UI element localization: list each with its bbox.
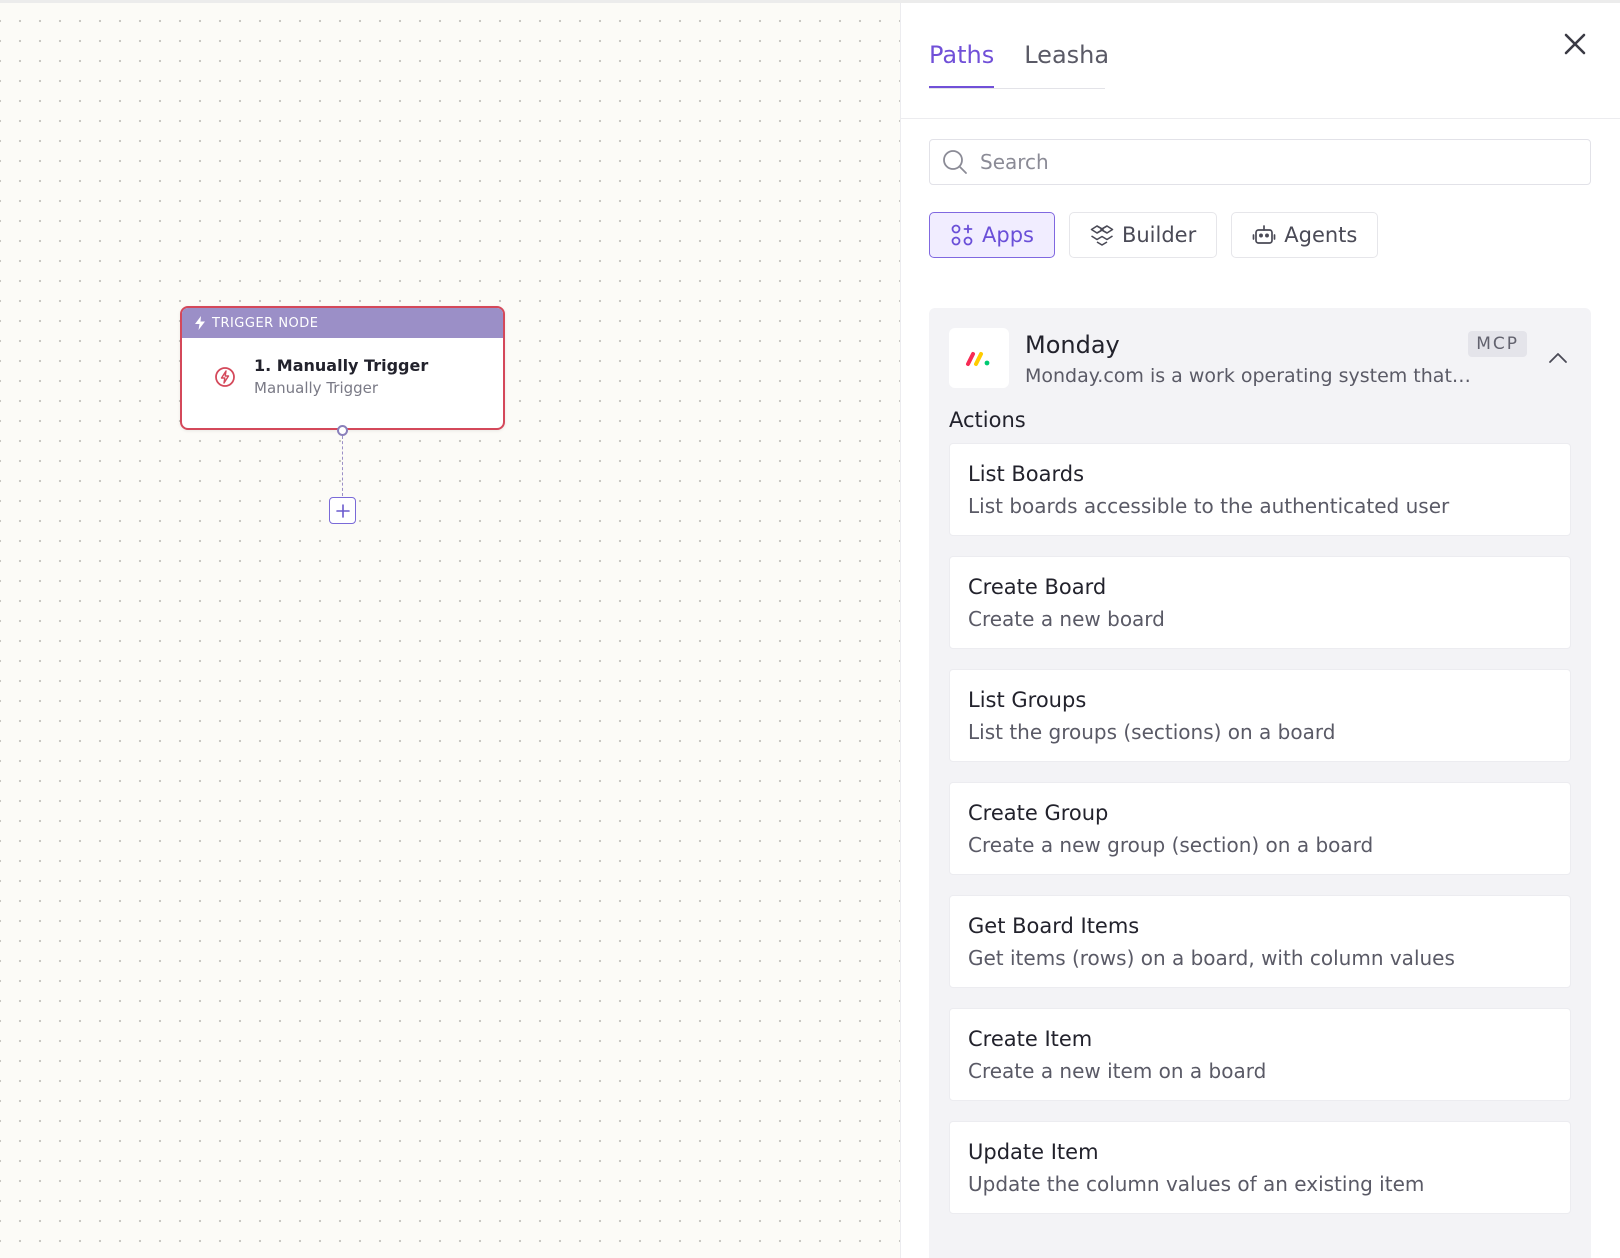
action-description: Update the column values of an existing … [968, 1172, 1425, 1196]
workflow-canvas[interactable]: TRIGGER NODE 1. Manually Trigger Manuall… [0, 3, 900, 1258]
search-input[interactable] [980, 150, 1560, 174]
panel-tabs: Paths Leasha [929, 3, 1109, 89]
close-icon [1564, 33, 1586, 55]
action-title: Get Board Items [968, 914, 1140, 938]
tab-paths[interactable]: Paths [929, 3, 995, 89]
action-title: Update Item [968, 1140, 1099, 1164]
connector-line [342, 436, 343, 496]
panel-divider [901, 118, 1620, 119]
action-description: List boards accessible to the authentica… [968, 494, 1450, 518]
action-update-item[interactable]: Update Item Update the column values of … [949, 1121, 1571, 1214]
trigger-node-header-label: TRIGGER NODE [212, 315, 319, 331]
filter-apps-button[interactable]: Apps [929, 212, 1055, 258]
app-name: Monday [1025, 331, 1120, 359]
app-card-monday: Monday Monday.com is a work operating sy… [929, 308, 1591, 1258]
action-title: Create Group [968, 801, 1109, 825]
chevron-up-icon[interactable] [1547, 350, 1569, 366]
filter-agents-button[interactable]: Agents [1231, 212, 1379, 258]
action-description: Create a new group (section) on a board [968, 833, 1374, 857]
side-panel: Paths Leasha Apps Builder [900, 3, 1620, 1258]
monday-logo-icon [949, 328, 1009, 388]
filter-builder-label: Builder [1121, 223, 1197, 247]
actions-heading: Actions [949, 408, 1026, 432]
tab-leasha[interactable]: Leasha [1024, 3, 1109, 89]
app-header[interactable]: Monday Monday.com is a work operating sy… [949, 328, 1569, 388]
close-button[interactable] [1560, 29, 1590, 59]
apps-icon [951, 224, 973, 246]
builder-icon [1090, 225, 1114, 246]
filter-agents-label: Agents [1284, 223, 1358, 247]
action-description: List the groups (sections) on a board [968, 720, 1336, 744]
trigger-icon [215, 366, 235, 387]
plus-icon [335, 503, 350, 518]
lightning-icon [195, 316, 205, 330]
action-create-item[interactable]: Create Item Create a new item on a board [949, 1008, 1571, 1101]
trigger-node-title: 1. Manually Trigger [254, 356, 429, 375]
action-list-boards[interactable]: List Boards List boards accessible to th… [949, 443, 1571, 536]
trigger-node-subtitle: Manually Trigger [254, 379, 379, 397]
add-node-button[interactable] [329, 497, 356, 524]
node-output-handle[interactable] [337, 425, 348, 436]
action-title: List Boards [968, 462, 1085, 486]
action-title: List Groups [968, 688, 1087, 712]
search-icon [943, 150, 967, 174]
action-create-board[interactable]: Create Board Create a new board [949, 556, 1571, 649]
trigger-node[interactable]: TRIGGER NODE 1. Manually Trigger Manuall… [180, 306, 505, 430]
action-description: Create a new item on a board [968, 1059, 1267, 1083]
trigger-node-body: 1. Manually Trigger Manually Trigger [182, 338, 503, 397]
trigger-node-header: TRIGGER NODE [182, 308, 503, 338]
filter-buttons: Apps Builder Agents [929, 212, 1379, 258]
action-get-board-items[interactable]: Get Board Items Get items (rows) on a bo… [949, 895, 1571, 988]
action-list-groups[interactable]: List Groups List the groups (sections) o… [949, 669, 1571, 762]
action-title: Create Board [968, 575, 1107, 599]
filter-apps-label: Apps [982, 223, 1034, 247]
action-description: Get items (rows) on a board, with column… [968, 946, 1455, 970]
app-description: Monday.com is a work operating system th… [1025, 365, 1471, 387]
filter-builder-button[interactable]: Builder [1068, 212, 1218, 258]
tabs-underline [929, 88, 1105, 89]
mcp-badge: MCP [1468, 331, 1527, 357]
search-box [929, 139, 1591, 185]
action-description: Create a new board [968, 607, 1165, 631]
action-create-group[interactable]: Create Group Create a new group (section… [949, 782, 1571, 875]
robot-icon [1252, 225, 1276, 244]
action-title: Create Item [968, 1027, 1093, 1051]
